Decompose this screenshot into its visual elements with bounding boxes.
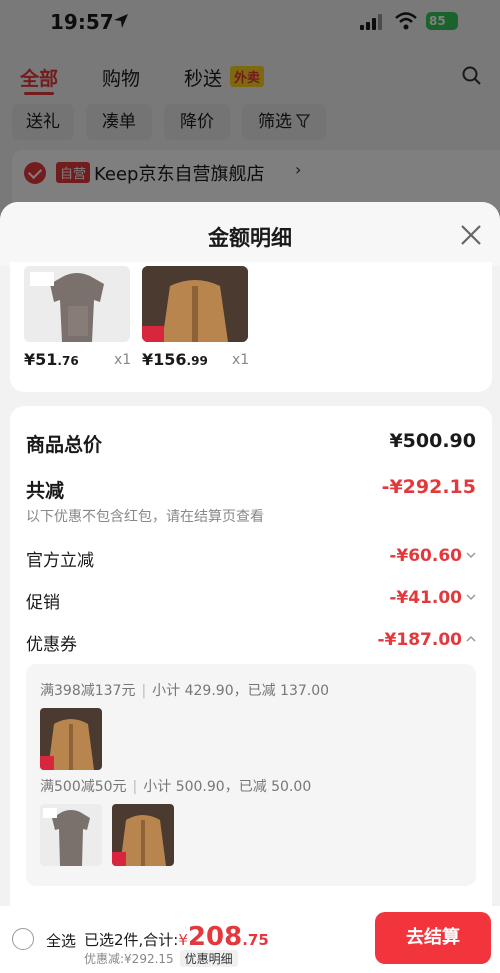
coupon-product-thumbnail-tshirt[interactable]: [40, 804, 102, 866]
product-qty-jacket: x1: [232, 352, 250, 368]
total-amount-decimal: .75: [242, 931, 269, 949]
coupon-rule: 满398减137元: [40, 683, 136, 699]
select-all-label[interactable]: 全选: [46, 930, 76, 951]
coupon-subtotal: 小计 429.90，已减 137.00: [152, 683, 330, 699]
product-thumbnail-jacket[interactable]: [142, 266, 248, 342]
price-decimal: .76: [57, 354, 79, 368]
chevron-up-icon: [466, 635, 476, 642]
jacket-image: [112, 804, 174, 866]
discount-amount: 优惠减:¥292.15: [84, 952, 174, 966]
coupon-row-value[interactable]: -¥187.00: [378, 630, 477, 650]
select-all-radio[interactable]: [12, 928, 34, 950]
product-price-jacket: ¥156.99: [142, 350, 208, 369]
product-thumbnail-tshirt[interactable]: [24, 266, 130, 342]
amount-detail-card: 商品总价 ¥500.90 共减 -¥292.15 以下优惠不包含红包，请在结算页…: [10, 406, 492, 973]
selected-count-text: 已选2件,合计:: [84, 931, 179, 949]
product-qty-tshirt: x1: [114, 352, 132, 368]
official-discount-label[interactable]: 官方立减: [26, 546, 94, 571]
total-reduction-label: 共减: [26, 480, 65, 502]
total-reduction-value: -¥292.15: [381, 476, 476, 498]
tshirt-image: [24, 266, 130, 342]
coupon-product-thumbnail-jacket-2[interactable]: [112, 804, 174, 866]
promotion-value: -¥41.00: [389, 588, 462, 608]
close-icon[interactable]: [458, 222, 484, 248]
divider: |: [132, 779, 138, 795]
official-discount-value: -¥60.60: [389, 546, 462, 566]
total-amount-integer: 208: [187, 922, 243, 952]
discount-summary: 优惠减:¥292.15 优惠明细: [84, 950, 238, 967]
promotion-row-value[interactable]: -¥41.00: [389, 588, 476, 608]
products-card: ¥51.76 x1 ¥156.99 x1: [10, 262, 492, 392]
sheet-header: 金额明细: [0, 202, 500, 266]
coupon-rule-line: 满500减50元 | 小计 500.90，已减 50.00: [40, 776, 311, 796]
coupon-value: -¥187.00: [377, 630, 463, 650]
chevron-down-icon: [466, 594, 476, 601]
tshirt-image: [40, 804, 102, 866]
price-integer: ¥156: [142, 350, 187, 369]
coupon-rule: 满500减50元: [40, 779, 127, 795]
promotion-label[interactable]: 促销: [26, 588, 60, 613]
chevron-down-icon: [466, 552, 476, 559]
selected-summary: 已选2件,合计:¥208.75: [84, 922, 269, 952]
total-price-label: 商品总价: [26, 434, 103, 456]
currency-symbol: ¥: [178, 931, 188, 949]
official-discount-row-value[interactable]: -¥60.60: [389, 546, 476, 566]
reduction-note: 以下优惠不包含红包，请在结算页查看: [26, 509, 264, 525]
discount-detail-button[interactable]: 优惠明细: [179, 950, 238, 967]
jacket-image: [40, 708, 102, 770]
product-price-tshirt: ¥51.76: [24, 350, 79, 369]
coupon-rule-line: 满398减137元 | 小计 429.90，已减 137.00: [40, 680, 329, 700]
amount-detail-sheet: 金额明细 ¥51.76 x1 ¥156.99 x1 商品总价 ¥500.90 共…: [0, 202, 500, 973]
coupon-breakdown-box: 满398减137元 | 小计 429.90，已减 137.00 满500减50元 | 小…: [26, 664, 476, 886]
jacket-image: [142, 266, 248, 342]
sheet-title: 金额明细: [208, 226, 292, 250]
divider: |: [141, 683, 147, 699]
checkout-button[interactable]: 去结算: [375, 912, 491, 964]
price-decimal: .99: [186, 354, 208, 368]
coupon-subtotal: 小计 500.90，已减 50.00: [143, 779, 312, 795]
price-integer: ¥51: [24, 350, 58, 369]
coupon-label[interactable]: 优惠券: [26, 630, 77, 655]
checkout-bar: 全选 已选2件,合计:¥208.75 优惠减:¥292.15 优惠明细 去结算: [0, 906, 500, 973]
coupon-product-thumbnail-jacket[interactable]: [40, 708, 102, 770]
total-price-value: ¥500.90: [389, 430, 476, 452]
